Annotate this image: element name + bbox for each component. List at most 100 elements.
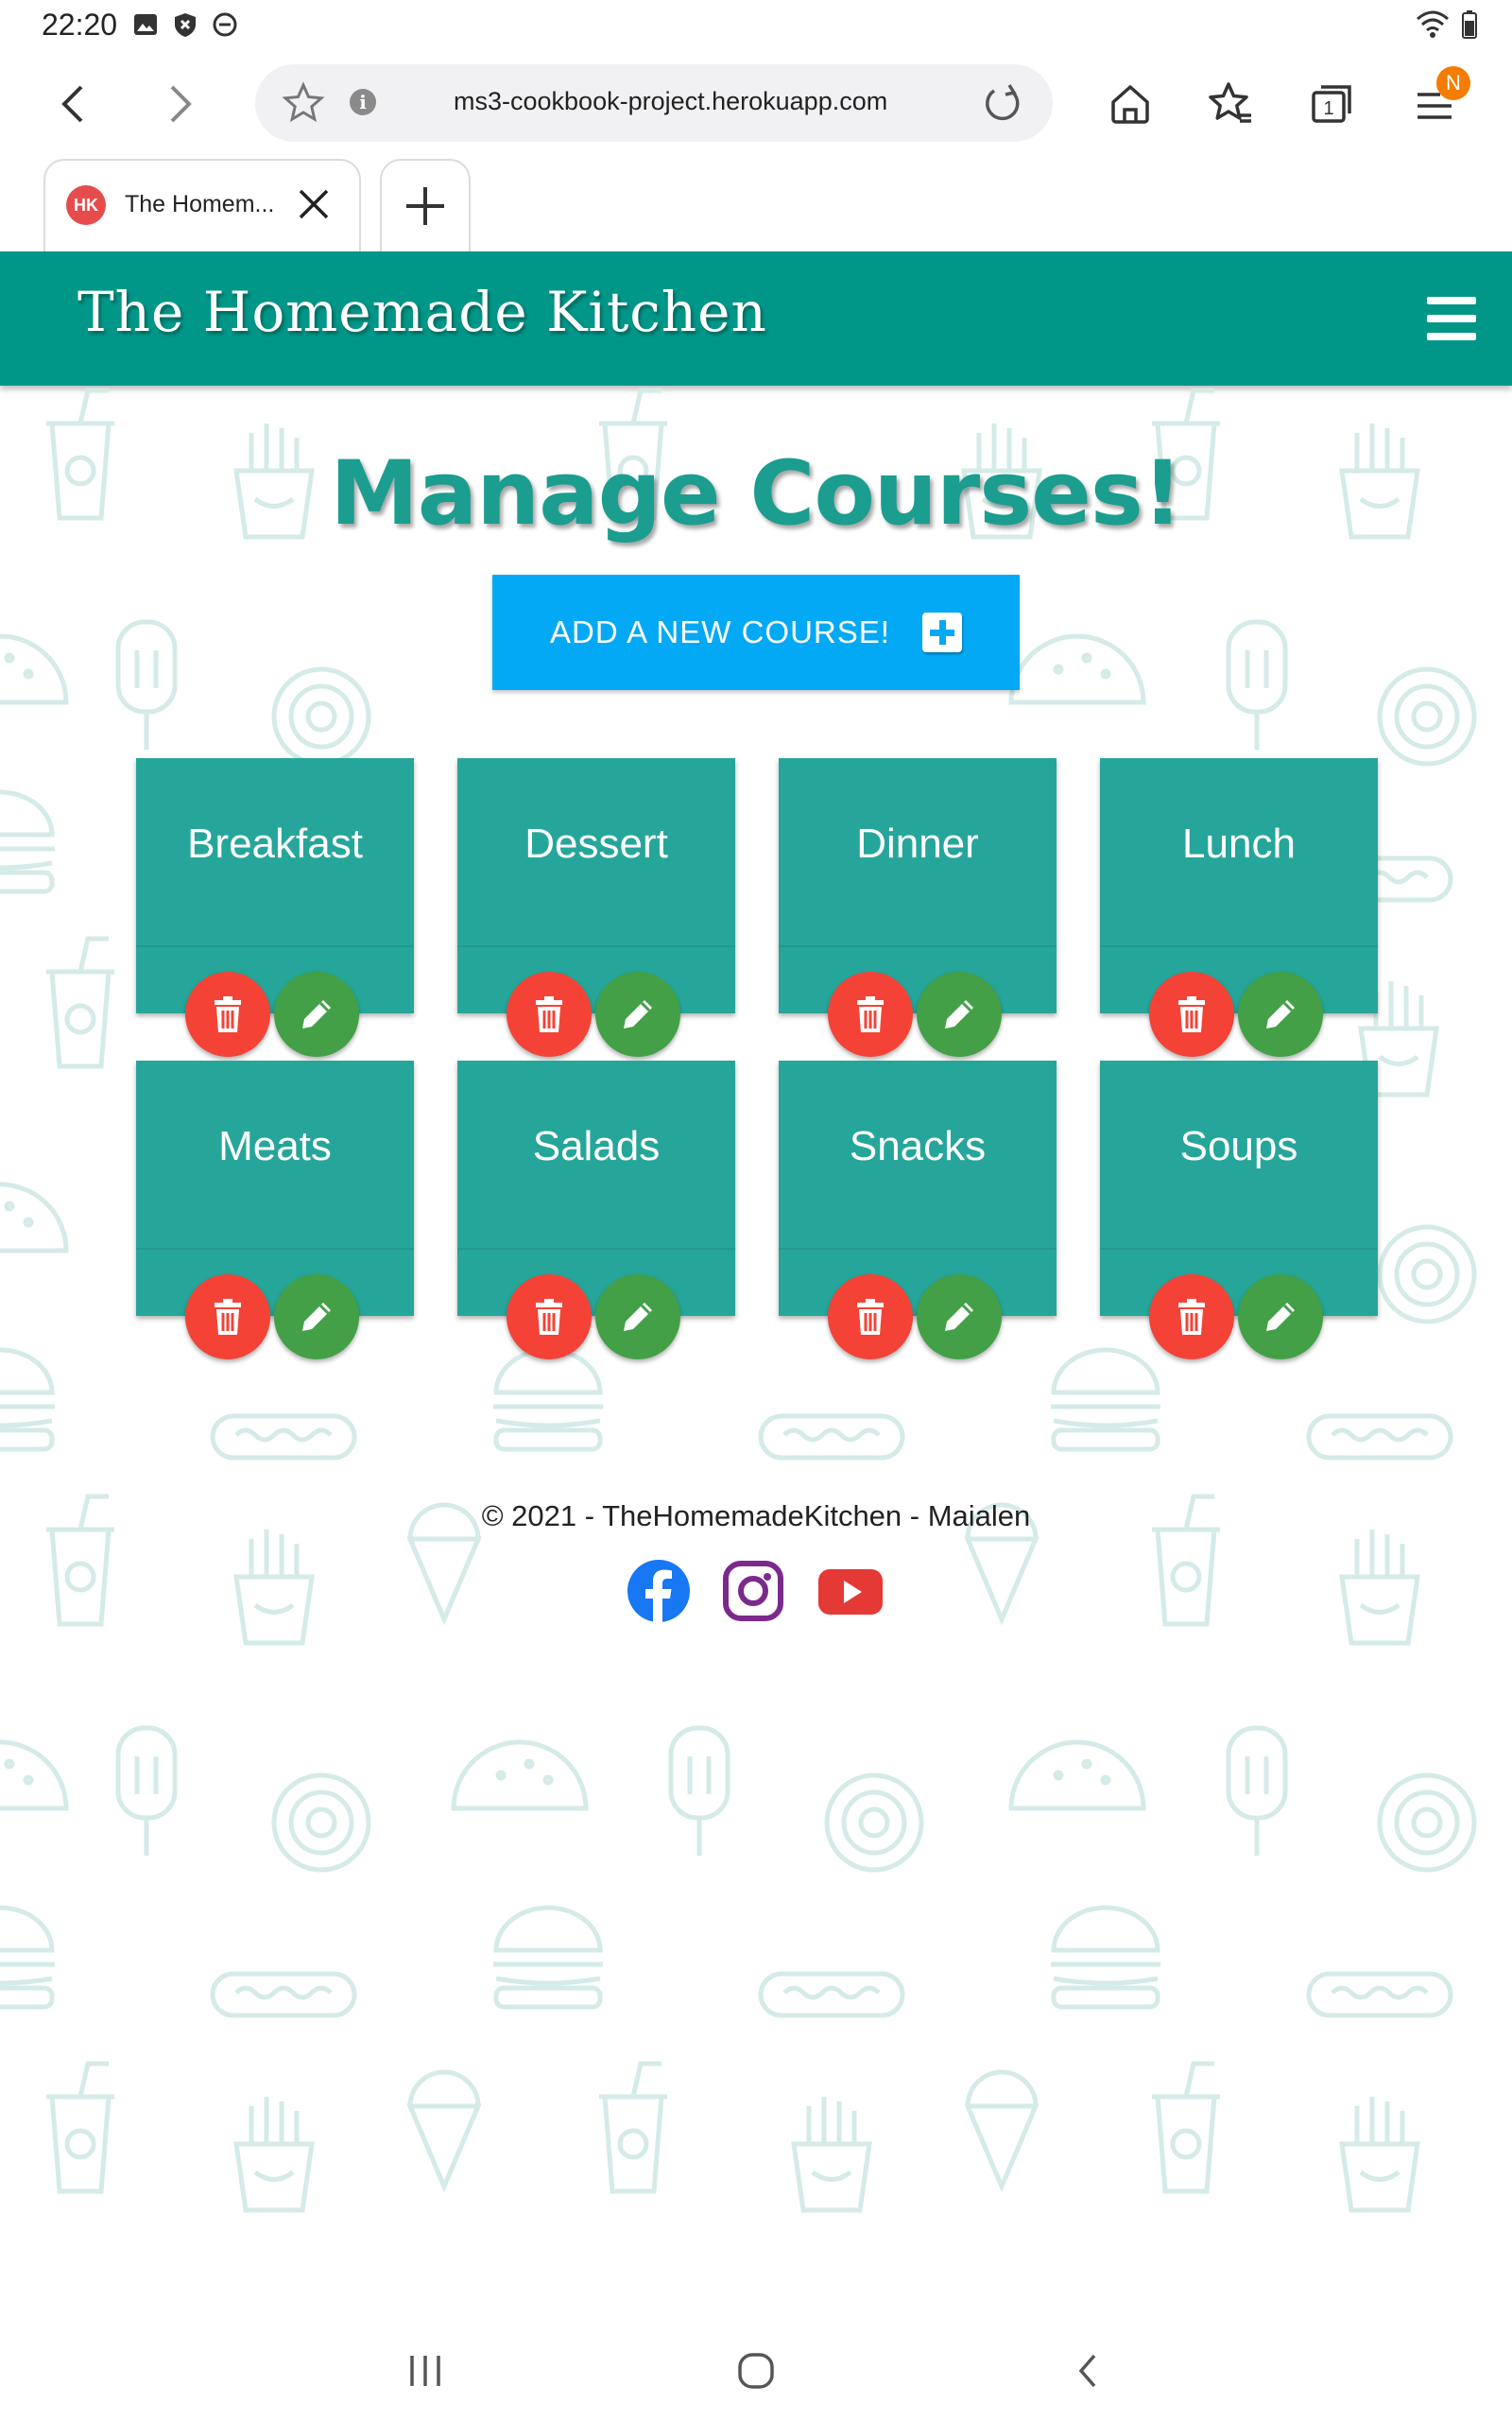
tab-homemade-kitchen[interactable]: HK The Homem... (43, 159, 361, 251)
trash-icon (1178, 996, 1205, 1032)
reload-icon[interactable] (981, 81, 1024, 130)
status-bar: 22:20 (0, 0, 1512, 53)
course-name: Dessert (524, 821, 668, 867)
pencil-icon (945, 1303, 973, 1331)
pencil-icon (1266, 1000, 1295, 1028)
delete-course-button[interactable] (1149, 972, 1234, 1057)
forward-button[interactable] (151, 76, 208, 132)
pencil-icon (945, 1000, 973, 1028)
system-navigation-bar (0, 2314, 1512, 2420)
browser-toolbar: i ms3-cookbook-project.herokuapp.com 1 N (0, 53, 1512, 155)
instagram-icon (723, 1561, 783, 1621)
hamburger-menu-icon[interactable] (1427, 297, 1476, 340)
pencil-icon (624, 1000, 652, 1028)
edit-course-button[interactable] (917, 972, 1002, 1057)
course-card-snacks: Snacks (779, 1061, 1057, 1359)
forward-icon (170, 85, 192, 123)
course-card-breakfast: Breakfast (136, 758, 414, 1057)
pencil-icon (302, 1303, 331, 1331)
bookmark-star-icon[interactable] (282, 81, 325, 130)
favorites-button[interactable] (1204, 78, 1257, 130)
delete-course-button[interactable] (185, 1274, 270, 1359)
trash-icon (536, 1299, 562, 1335)
delete-course-button[interactable] (507, 972, 592, 1057)
add-course-button[interactable]: ADD A NEW COURSE! (492, 575, 1020, 690)
facebook-link[interactable] (626, 1558, 692, 1624)
page-title: Manage Courses! (330, 442, 1182, 545)
edit-course-button[interactable] (917, 1274, 1002, 1359)
course-card-dessert: Dessert (457, 758, 735, 1057)
edit-course-button[interactable] (1238, 1274, 1323, 1359)
wifi-icon (1414, 9, 1452, 44)
instagram-link[interactable] (720, 1558, 786, 1624)
delete-course-button[interactable] (185, 972, 270, 1057)
tabs-icon: 1 (1312, 85, 1351, 123)
course-card-soups: Soups (1100, 1061, 1378, 1359)
edit-course-button[interactable] (595, 1274, 680, 1359)
do-not-disturb-icon (212, 11, 238, 38)
battery-icon (1461, 9, 1478, 44)
plus-icon (406, 187, 444, 225)
trash-icon (215, 996, 241, 1032)
home-button[interactable] (1104, 78, 1157, 130)
course-name: Meats (218, 1123, 332, 1169)
course-card-dinner: Dinner (779, 758, 1057, 1057)
course-name: Soups (1179, 1123, 1298, 1169)
page-content: Manage Courses! ADD A NEW COURSE! Breakf… (0, 386, 1512, 2314)
course-name: Salads (532, 1123, 661, 1169)
trash-icon (857, 1299, 884, 1335)
trash-icon (857, 996, 884, 1032)
system-back-button[interactable] (1060, 2342, 1117, 2399)
trash-icon (536, 996, 562, 1032)
new-tab-button[interactable] (380, 159, 471, 251)
tab-title[interactable]: The Homem... (125, 191, 274, 218)
home-circle-icon (738, 2353, 774, 2389)
site-header: The Homemade Kitchen (0, 251, 1512, 386)
delete-course-button[interactable] (507, 1274, 592, 1359)
edit-course-button[interactable] (1238, 972, 1323, 1057)
edit-course-button[interactable] (274, 1274, 359, 1359)
trash-icon (1178, 1299, 1205, 1335)
tab-strip: HK The Homem... (0, 155, 1512, 251)
menu-badge: N (1436, 66, 1470, 100)
recents-button[interactable] (397, 2342, 454, 2399)
back-button[interactable] (45, 76, 102, 132)
info-icon[interactable]: i (350, 89, 376, 115)
favorites-icon (1209, 82, 1251, 123)
edit-course-button[interactable] (595, 972, 680, 1057)
system-home-button[interactable] (728, 2342, 784, 2399)
svg-text:1: 1 (1323, 98, 1333, 119)
url-text[interactable]: ms3-cookbook-project.herokuapp.com (454, 87, 887, 116)
delete-course-button[interactable] (828, 972, 913, 1057)
image-icon (132, 11, 159, 38)
youtube-link[interactable] (816, 1558, 883, 1624)
pencil-icon (624, 1303, 652, 1331)
trash-icon (215, 1299, 241, 1335)
menu-button[interactable]: N (1408, 66, 1470, 130)
shield-icon (172, 11, 198, 38)
status-time: 22:20 (42, 8, 118, 42)
plus-square-icon (921, 613, 962, 652)
pencil-icon (1266, 1303, 1295, 1331)
course-card-meats: Meats (136, 1061, 414, 1359)
facebook-icon (627, 1560, 690, 1624)
pencil-icon (302, 1000, 331, 1028)
tabs-button[interactable]: 1 (1306, 78, 1359, 130)
back-chevron-icon (1078, 2354, 1096, 2388)
course-name: Lunch (1182, 821, 1296, 867)
course-card-salads: Salads (457, 1061, 735, 1359)
delete-course-button[interactable] (828, 1274, 913, 1359)
close-tab-icon[interactable] (295, 185, 333, 228)
footer-copyright: © 2021 - TheHomemadeKitchen - Maialen (481, 1499, 1031, 1532)
course-card-lunch: Lunch (1100, 758, 1378, 1057)
delete-course-button[interactable] (1149, 1274, 1234, 1359)
brand-logo[interactable]: The Homemade Kitchen (77, 280, 767, 344)
course-name: Breakfast (187, 821, 363, 867)
home-icon (1111, 85, 1149, 124)
edit-course-button[interactable] (274, 972, 359, 1057)
add-course-label: ADD A NEW COURSE! (550, 614, 890, 649)
recents-icon (410, 2356, 440, 2386)
url-bar[interactable]: i ms3-cookbook-project.herokuapp.com (255, 64, 1053, 142)
course-name: Dinner (856, 821, 979, 867)
site-favicon: HK (66, 185, 106, 225)
